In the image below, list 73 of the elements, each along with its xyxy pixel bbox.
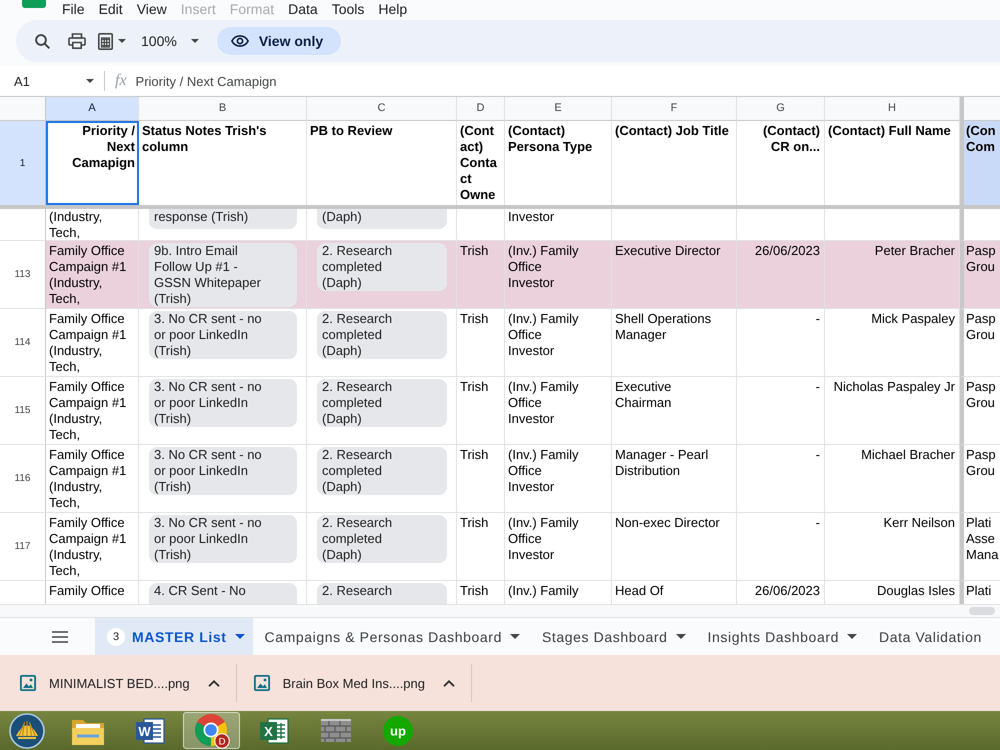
zoom-dropdown[interactable]: 100%: [141, 33, 199, 49]
dropdown-chip[interactable]: 2. Research: [317, 583, 447, 604]
up-circle-icon: up: [382, 716, 412, 746]
dropdown-chip[interactable]: 9b. Intro Email Follow Up #1 - GSSN Whitepaper (Trish): [149, 243, 297, 307]
menu-item[interactable]: File: [55, 1, 92, 17]
header-cell: (Contact) Contact Owne: [457, 121, 505, 205]
header-cell: (Con Com: [960, 121, 1000, 205]
download-item[interactable]: MINIMALIST BED....png: [20, 675, 190, 691]
dropdown-chip[interactable]: 3. No CR sent - no or poor LinkedIn (Trish): [149, 379, 297, 427]
grid-icon[interactable]: [98, 32, 113, 50]
orb-icon: [9, 712, 45, 748]
sheet-tab[interactable]: Stages Dashboard: [530, 618, 696, 655]
row-header[interactable]: 114: [0, 309, 46, 377]
column-header[interactable]: G: [737, 97, 825, 121]
column-header[interactable]: H: [825, 97, 960, 121]
row-header[interactable]: 116: [0, 445, 46, 513]
chevron-up-icon[interactable]: [443, 680, 455, 686]
image-file-icon: [20, 675, 36, 691]
menu-icon[interactable]: [52, 630, 68, 642]
scrollbar-thumb[interactable]: [969, 607, 995, 615]
ring-logo-icon: D: [194, 712, 230, 748]
download-item[interactable]: Brain Box Med Ins....png: [254, 675, 425, 691]
header-cell: Priority / Next Camapign: [46, 121, 139, 205]
menu-item[interactable]: View: [130, 1, 174, 17]
dropdown-chip[interactable]: 2. Research completed (Daph): [317, 311, 447, 359]
eye-icon: [230, 35, 249, 47]
menu-item[interactable]: Help: [371, 1, 414, 17]
menu-item[interactable]: Data: [281, 1, 325, 17]
column-header[interactable]: B: [139, 97, 307, 121]
horizontal-scrollbar[interactable]: [0, 604, 1000, 617]
search-icon[interactable]: [35, 34, 50, 48]
row-header[interactable]: 117: [0, 513, 46, 581]
column-header[interactable]: E: [505, 97, 612, 121]
dropdown-chip[interactable]: 3. No CR sent - no or poor LinkedIn (Trish): [149, 447, 297, 495]
row-header[interactable]: 115: [0, 377, 46, 445]
row-header[interactable]: 1: [0, 121, 46, 205]
sheet-tab[interactable]: Insights Dashboard: [696, 618, 867, 655]
brick-wall-icon: [320, 718, 352, 744]
dropdown-chip[interactable]: 4. CR Sent - No: [149, 583, 297, 604]
column-header[interactable]: F: [612, 97, 737, 121]
dropdown-chip[interactable]: 2. Research completed (Daph): [317, 243, 447, 291]
dropdown-chip[interactable]: 3. No CR sent - no or poor LinkedIn (Trish): [149, 515, 297, 563]
taskbar-button[interactable]: W: [121, 712, 178, 749]
chevron-up-icon[interactable]: [208, 680, 220, 686]
name-box[interactable]: A1: [0, 66, 104, 96]
column-header[interactable]: D: [457, 97, 505, 121]
sheet-tab[interactable]: Campaigns & Personas Dashboard: [252, 618, 530, 655]
dropdown-chip[interactable]: (Daph): [317, 209, 447, 229]
function-icon: fx: [115, 72, 127, 90]
dropdown-chip[interactable]: 2. Research completed (Daph): [317, 379, 447, 427]
taskbar-button[interactable]: X: [245, 712, 302, 749]
header-cell: Status Notes Trish's column: [139, 121, 307, 205]
view-only-button[interactable]: View only: [216, 27, 342, 55]
count-badge: 3: [107, 628, 125, 646]
caret-icon: [190, 39, 199, 43]
dropdown-chip[interactable]: 3. No CR sent - no or poor LinkedIn (Trish): [149, 311, 297, 359]
dropdown-chip[interactable]: response (Trish): [149, 209, 297, 229]
taskbar-button[interactable]: D: [183, 712, 240, 749]
image-file-icon: [254, 675, 270, 691]
sheet-tab[interactable]: 3 MASTER List: [95, 618, 252, 655]
menu-item[interactable]: Edit: [92, 1, 130, 17]
formula-field[interactable]: Priority / Next Camapign: [126, 66, 1000, 96]
column-header[interactable]: A: [46, 97, 139, 121]
caret-icon: [86, 79, 94, 83]
sheet-tab[interactable]: Data Validation: [866, 618, 992, 655]
menu-item[interactable]: Tools: [324, 1, 372, 17]
row-header[interactable]: 113: [0, 241, 46, 309]
caret-icon[interactable]: [118, 39, 126, 43]
dropdown-chip[interactable]: 2. Research completed (Daph): [317, 447, 447, 495]
logo-icon: [22, 0, 46, 8]
dropdown-chip[interactable]: 2. Research completed (Daph): [317, 515, 447, 563]
column-header[interactable]: C: [307, 97, 457, 121]
print-icon[interactable]: [68, 33, 86, 49]
